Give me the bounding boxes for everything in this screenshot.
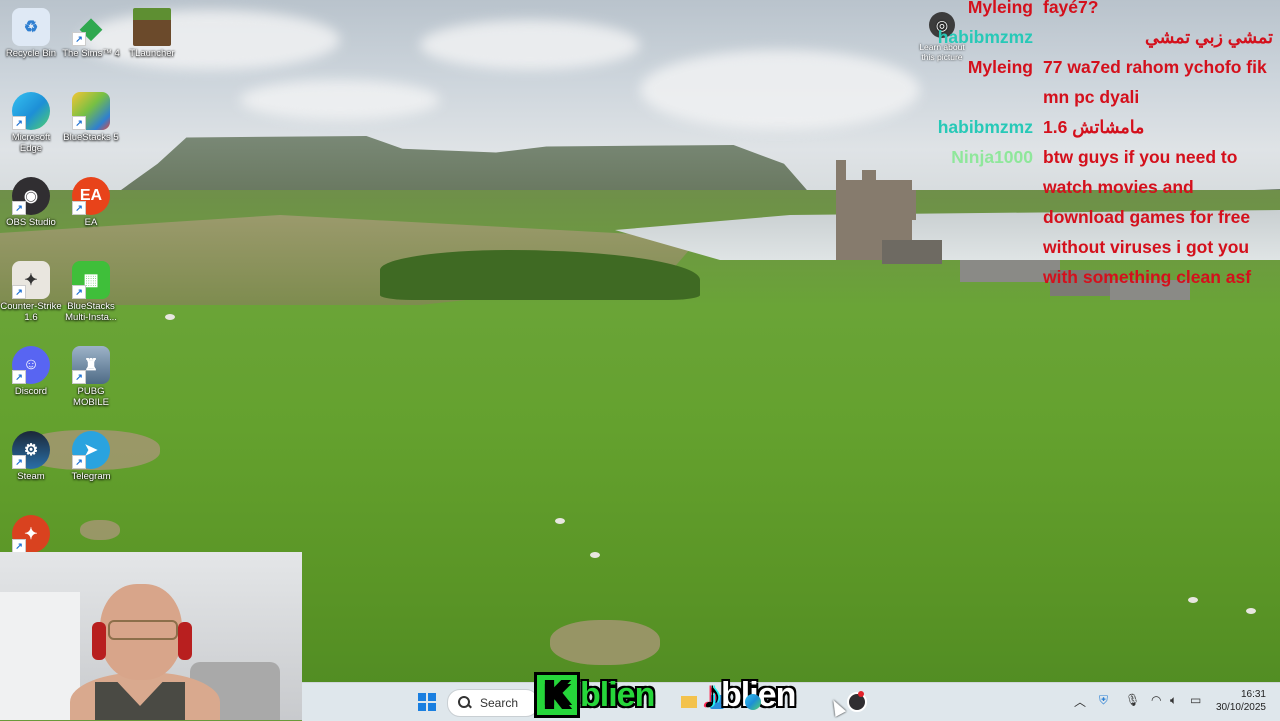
ea-icon: EA ↗ bbox=[72, 177, 110, 215]
desktop-icon-tlauncher[interactable]: TLauncher bbox=[121, 8, 183, 59]
sheep bbox=[1246, 608, 1256, 614]
desktop-icon-recycle-bin[interactable]: ♻ Recycle Bin bbox=[0, 8, 62, 59]
desktop-icon-bluestacks-multi[interactable]: ▦ ↗ BlueStacks Multi-Insta... bbox=[60, 261, 122, 323]
telegram-icon: ➤ ↗ bbox=[72, 431, 110, 469]
overlay-channel-name: blien bbox=[580, 675, 655, 714]
headphones-icon bbox=[178, 622, 192, 660]
desktop-icon-counter-strike-2[interactable]: ✦ ↗ bbox=[0, 515, 62, 553]
desktop-icon-label: OBS Studio bbox=[6, 217, 56, 228]
search-label: Search bbox=[480, 696, 519, 710]
system-clock[interactable]: 16:31 30/10/2025 bbox=[1216, 688, 1266, 714]
desktop-icon-label: TLauncher bbox=[129, 48, 175, 59]
desktop-icon-label: Microsoft Edge bbox=[11, 132, 51, 154]
chat-message-row: Myleing 77 wa7ed rahom ychofo fik mn pc … bbox=[900, 52, 1280, 112]
chat-message-row: habibmzmz 1.6 مامشاتش bbox=[900, 112, 1280, 142]
cloud bbox=[420, 20, 640, 70]
clock-time: 16:31 bbox=[1240, 689, 1266, 700]
background-door bbox=[0, 592, 80, 720]
pubg-icon: ♜ ↗ bbox=[72, 346, 110, 384]
clock-date: 30/10/2025 bbox=[1215, 702, 1266, 713]
chat-username: habibmzmz bbox=[937, 27, 1033, 47]
desktop-icon-label: Telegram bbox=[71, 471, 111, 482]
chat-message-row: Ninja1000 btw guys if you need to watch … bbox=[900, 142, 1280, 292]
chat-message: تمشي زبي تمشي bbox=[1144, 27, 1273, 47]
counter-strike-icon: ✦ ↗ bbox=[12, 261, 50, 299]
sims-icon: ◆ ↗ bbox=[72, 8, 110, 46]
glasses bbox=[108, 620, 178, 640]
kick-icon: K bbox=[534, 672, 580, 718]
notification-dot bbox=[858, 691, 864, 697]
chat-message-row: habibmzmz تمشي زبي تمشي bbox=[900, 22, 1280, 52]
desktop-icon-pubg[interactable]: ♜ ↗ PUBG MOBILE bbox=[60, 346, 122, 408]
desktop-icon-label: BlueStacks Multi-Insta... bbox=[65, 301, 117, 323]
counter-strike-2-icon: ✦ ↗ bbox=[12, 515, 50, 553]
battery-icon[interactable]: ▭ bbox=[1190, 693, 1201, 707]
sheep bbox=[555, 518, 565, 524]
microphone-icon[interactable]: 🎙︎ bbox=[1125, 693, 1140, 707]
obs-icon: ◉ ↗ bbox=[12, 177, 50, 215]
taskbar-app-obs[interactable] bbox=[846, 691, 868, 713]
sheep bbox=[1188, 597, 1198, 603]
taskbar-search[interactable]: Search bbox=[447, 689, 539, 717]
desktop-icon-label: Steam bbox=[17, 471, 45, 482]
desktop-icon-label: Counter-Strike 1.6 bbox=[0, 301, 62, 323]
desktop-icon-telegram[interactable]: ➤ ↗ Telegram bbox=[60, 431, 122, 482]
security-icon[interactable]: ⛨ bbox=[1099, 693, 1108, 708]
chat-message: 1.6 مامشاتش bbox=[1043, 117, 1145, 137]
desktop-icon-label: BlueStacks 5 bbox=[63, 132, 119, 143]
cloud bbox=[640, 50, 920, 130]
desktop-icon-label: The Sims™ 4 bbox=[62, 48, 120, 59]
desktop-icon-edge[interactable]: ↗ Microsoft Edge bbox=[0, 92, 62, 154]
tlauncher-icon bbox=[133, 8, 171, 46]
desktop-icon-obs[interactable]: ◉ ↗ OBS Studio bbox=[0, 177, 62, 228]
taskbar-app-edge[interactable] bbox=[742, 691, 764, 713]
desktop-icon-label: EA bbox=[84, 217, 98, 228]
webcam-overlay bbox=[0, 552, 302, 720]
edge-icon: ↗ bbox=[12, 92, 50, 130]
desktop-icon-label: PUBG MOBILE bbox=[73, 386, 109, 408]
kick-overlay-logo: K blien bbox=[534, 672, 655, 718]
bluestacks-icon: ↗ bbox=[72, 92, 110, 130]
taskbar-app-files[interactable] bbox=[678, 691, 700, 713]
desktop-icon-discord[interactable]: ☺ ↗ Discord bbox=[0, 346, 62, 397]
desktop-icon-counter-strike[interactable]: ✦ ↗ Counter-Strike 1.6 bbox=[0, 261, 62, 323]
chat-username: Myleing bbox=[967, 57, 1033, 77]
dirt-patch bbox=[550, 620, 660, 665]
tiktok-icon: ♪ bbox=[702, 672, 722, 717]
dirt-patch bbox=[80, 520, 120, 540]
chevron-up-icon[interactable]: ︿ bbox=[1074, 693, 1086, 710]
taskbar: Search K blien ♪ blien ︿ ⛨ 🎙︎ ◠ 🔈︎ ▭ 16:… bbox=[302, 672, 1280, 721]
wifi-icon[interactable]: ◠ bbox=[1151, 693, 1161, 707]
chat-message: btw guys if you need to watch movies and… bbox=[1043, 147, 1252, 287]
chat-username: habibmzmz bbox=[937, 117, 1033, 137]
desktop-icon-sims-4[interactable]: ◆ ↗ The Sims™ 4 bbox=[60, 8, 122, 60]
windows-icon bbox=[418, 693, 436, 711]
chat-username: Ninja1000 bbox=[951, 147, 1033, 167]
start-button[interactable] bbox=[416, 691, 438, 713]
chat-message-row: Myleing fayé7? bbox=[900, 0, 1280, 22]
chat-username: Myleing bbox=[967, 0, 1033, 17]
chat-message: fayé7? bbox=[1043, 0, 1099, 17]
obs-icon bbox=[847, 692, 867, 712]
headphones-icon bbox=[92, 622, 106, 660]
edge-icon bbox=[745, 694, 761, 710]
search-icon bbox=[458, 696, 472, 710]
desktop-icon-bluestacks-5[interactable]: ↗ BlueStacks 5 bbox=[60, 92, 122, 143]
folder-icon bbox=[681, 696, 697, 708]
desktop-icon-ea[interactable]: EA ↗ EA bbox=[60, 177, 122, 228]
desktop-icon-label: Recycle Bin bbox=[5, 48, 57, 59]
volume-icon[interactable]: 🔈︎ bbox=[1170, 693, 1177, 708]
sheep bbox=[590, 552, 600, 558]
bluestacks-multi-icon: ▦ ↗ bbox=[72, 261, 110, 299]
chat-message: 77 wa7ed rahom ychofo fik mn pc dyali bbox=[1043, 57, 1267, 107]
cloud bbox=[240, 80, 440, 120]
recycle-bin-icon: ♻ bbox=[12, 8, 50, 46]
desktop-icon-steam[interactable]: ⚙ ↗ Steam bbox=[0, 431, 62, 482]
stream-chat-overlay: Myleing fayé7? habibmzmz تمشي زبي تمشي M… bbox=[900, 0, 1280, 292]
desktop-icon-label: Discord bbox=[14, 386, 48, 397]
discord-icon: ☺ ↗ bbox=[12, 346, 50, 384]
steam-icon: ⚙ ↗ bbox=[12, 431, 50, 469]
sheep bbox=[165, 314, 175, 320]
